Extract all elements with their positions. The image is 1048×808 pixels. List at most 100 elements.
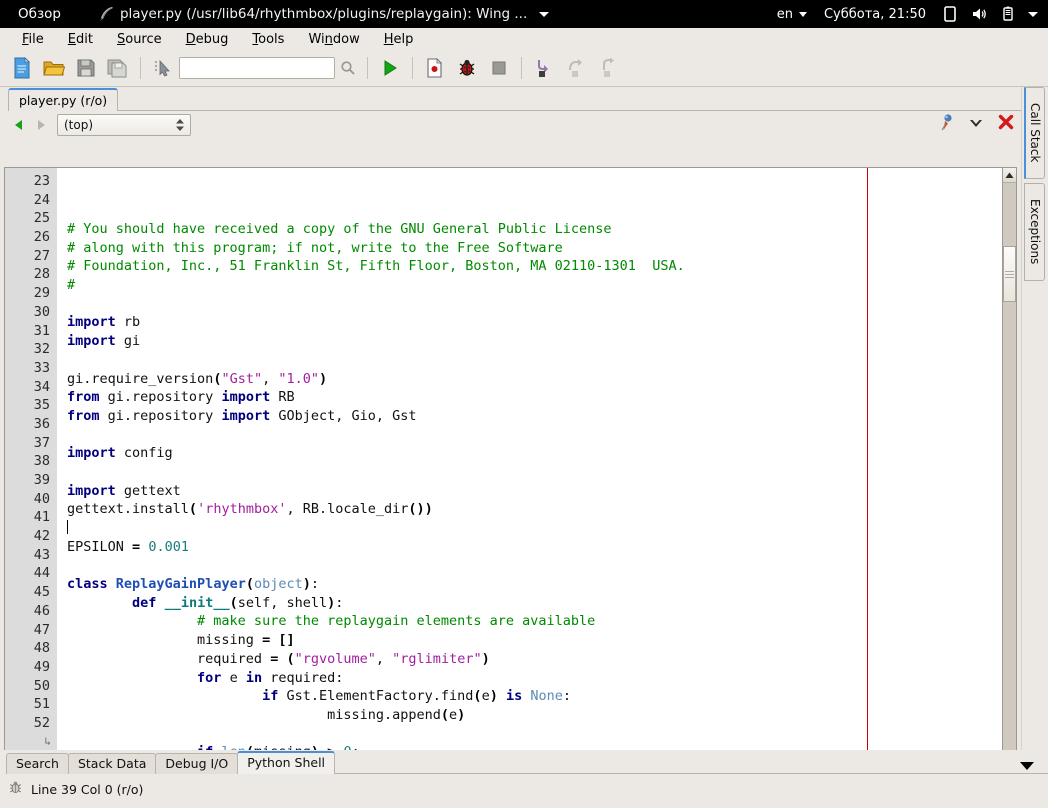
spinner-arrows-icon[interactable] xyxy=(173,116,187,133)
menu-window[interactable]: Window xyxy=(296,30,371,49)
code-line[interactable] xyxy=(57,725,1015,744)
code-line[interactable]: # make sure the replaygain elements are … xyxy=(57,612,1015,631)
code-line[interactable] xyxy=(57,463,1015,482)
window-menu-caret-icon[interactable] xyxy=(539,11,550,17)
bottom-tab-stack-data[interactable]: Stack Data xyxy=(67,753,157,774)
code-line[interactable]: for e in required: xyxy=(57,669,1015,688)
code-line[interactable]: # You should have received a copy of the… xyxy=(57,220,1015,239)
keyboard-layout-label: en xyxy=(776,6,793,22)
code-line[interactable]: required = ("rgvolume", "rglimiter") xyxy=(57,650,1015,669)
code-line[interactable]: gi.require_version("Gst", "1.0") xyxy=(57,370,1015,389)
code-line[interactable] xyxy=(57,295,1015,314)
line-number: 37 xyxy=(33,434,50,451)
search-input[interactable] xyxy=(179,57,335,79)
line-number: 31 xyxy=(33,322,50,339)
new-file-icon[interactable] xyxy=(6,53,38,83)
code-line[interactable]: def __init__(self, shell): xyxy=(57,594,1015,613)
code-line[interactable]: from gi.repository import RB xyxy=(57,388,1015,407)
scope-selector-dropdown[interactable]: (top) xyxy=(57,114,191,136)
code-token: import xyxy=(67,482,116,499)
code-line[interactable]: missing = [] xyxy=(57,631,1015,650)
right-margin-line xyxy=(867,168,868,780)
code-line[interactable] xyxy=(57,351,1015,370)
code-line[interactable]: missing.append(e) xyxy=(57,706,1015,725)
code-text-area[interactable]: # You should have received a copy of the… xyxy=(57,168,1015,780)
code-line[interactable]: # Foundation, Inc., 51 Franklin St, Fift… xyxy=(57,257,1015,276)
save-all-icon[interactable] xyxy=(102,53,134,83)
right-tab-call-stack[interactable]: Call Stack xyxy=(1024,87,1046,179)
keyboard-layout-indicator[interactable]: en xyxy=(777,7,807,22)
menu-tools[interactable]: Tools xyxy=(240,30,296,49)
nav-back-button[interactable] xyxy=(8,114,30,136)
menu-edit[interactable]: Edit xyxy=(56,30,105,49)
menu-file[interactable]: File xyxy=(10,30,56,49)
code-line[interactable] xyxy=(57,519,1015,538)
pin-icon[interactable] xyxy=(939,113,955,135)
tray-caret-icon[interactable] xyxy=(1028,11,1038,17)
bottom-tab-python-shell[interactable]: Python Shell xyxy=(237,751,336,774)
menu-help[interactable]: Help xyxy=(372,30,426,49)
scroll-up-arrow-icon[interactable] xyxy=(1003,168,1017,183)
activities-overview-button[interactable]: Обзор xyxy=(18,6,61,22)
step-into-icon[interactable] xyxy=(528,53,560,83)
debug-file-icon[interactable] xyxy=(419,53,451,83)
bottom-panel-menu-caret-icon[interactable] xyxy=(1020,762,1034,770)
run-icon[interactable] xyxy=(374,53,406,83)
save-icon[interactable] xyxy=(70,53,102,83)
code-line[interactable]: EPSILON = 0.001 xyxy=(57,538,1015,557)
editor-vertical-scrollbar[interactable] xyxy=(1002,167,1018,779)
code-token: e xyxy=(449,706,458,723)
code-line[interactable]: # along with this program; if not, write… xyxy=(57,239,1015,258)
menu-debug[interactable]: Debug xyxy=(174,30,241,49)
step-over-icon[interactable] xyxy=(560,53,592,83)
system-tray xyxy=(943,6,1038,22)
code-line[interactable] xyxy=(57,556,1015,575)
open-folder-icon[interactable] xyxy=(38,53,70,83)
nav-forward-button[interactable] xyxy=(30,114,52,136)
code-line[interactable]: if Gst.ElementFactory.find(e) is None: xyxy=(57,687,1015,706)
line-number: 39 xyxy=(33,472,50,488)
line-number: 36 xyxy=(33,415,50,432)
volume-icon[interactable] xyxy=(971,6,988,22)
code-line[interactable]: import config xyxy=(57,444,1015,463)
chevron-down-icon[interactable] xyxy=(968,115,984,134)
goto-icon[interactable] xyxy=(147,53,179,83)
code-line[interactable]: gettext.install('rhythmbox', RB.locale_d… xyxy=(57,500,1015,519)
clock-label[interactable]: Суббота, 21:50 xyxy=(824,7,926,22)
code-editor[interactable]: 23 24 25 26 27 28 29 30 31 32 33 34 35 36 37 38 39 40 41 42… xyxy=(4,167,1016,781)
bottom-tab-debug-io[interactable]: Debug I/O xyxy=(155,753,239,774)
editor-panel: player.py (r/o) (top) 23 24 25 26 27 28 … xyxy=(0,87,1022,808)
code-line[interactable]: # xyxy=(57,276,1015,295)
stop-icon[interactable] xyxy=(483,53,515,83)
editor-tab-player-py[interactable]: player.py (r/o) xyxy=(8,88,119,111)
code-token: "rglimiter" xyxy=(392,650,482,667)
line-number: 23 xyxy=(33,173,50,189)
right-tab-exceptions[interactable]: Exceptions xyxy=(1024,183,1046,281)
menu-source[interactable]: Source xyxy=(105,30,174,49)
code-token: ( xyxy=(286,650,295,667)
code-token: gi.require_version xyxy=(67,370,214,387)
battery-icon[interactable] xyxy=(1002,6,1014,22)
window-title-menu[interactable]: player.py (/usr/lib64/rhythmbox/plugins/… xyxy=(99,6,550,22)
bottom-tab-search[interactable]: Search xyxy=(6,753,69,774)
code-token: "rgvolume" xyxy=(294,650,376,667)
search-icon[interactable] xyxy=(335,55,361,81)
line-number: 50 xyxy=(33,677,50,694)
close-icon[interactable] xyxy=(997,113,1015,135)
screen-icon[interactable] xyxy=(943,6,957,22)
code-line[interactable]: import gi xyxy=(57,332,1015,351)
code-line[interactable]: from gi.repository import GObject, Gio, … xyxy=(57,407,1015,426)
step-out-icon[interactable] xyxy=(592,53,624,83)
code-line[interactable]: import rb xyxy=(57,313,1015,332)
code-line[interactable] xyxy=(57,426,1015,445)
debug-bug-icon[interactable] xyxy=(451,53,483,83)
code-token: : xyxy=(310,576,320,593)
code-token: # along with this program; if not, write… xyxy=(67,239,563,256)
code-line[interactable]: import gettext xyxy=(57,482,1015,501)
scrollbar-thumb[interactable] xyxy=(1003,246,1017,302)
code-token: gettext.install xyxy=(67,501,189,518)
code-line[interactable]: class ReplayGainPlayer(object): xyxy=(57,575,1015,594)
